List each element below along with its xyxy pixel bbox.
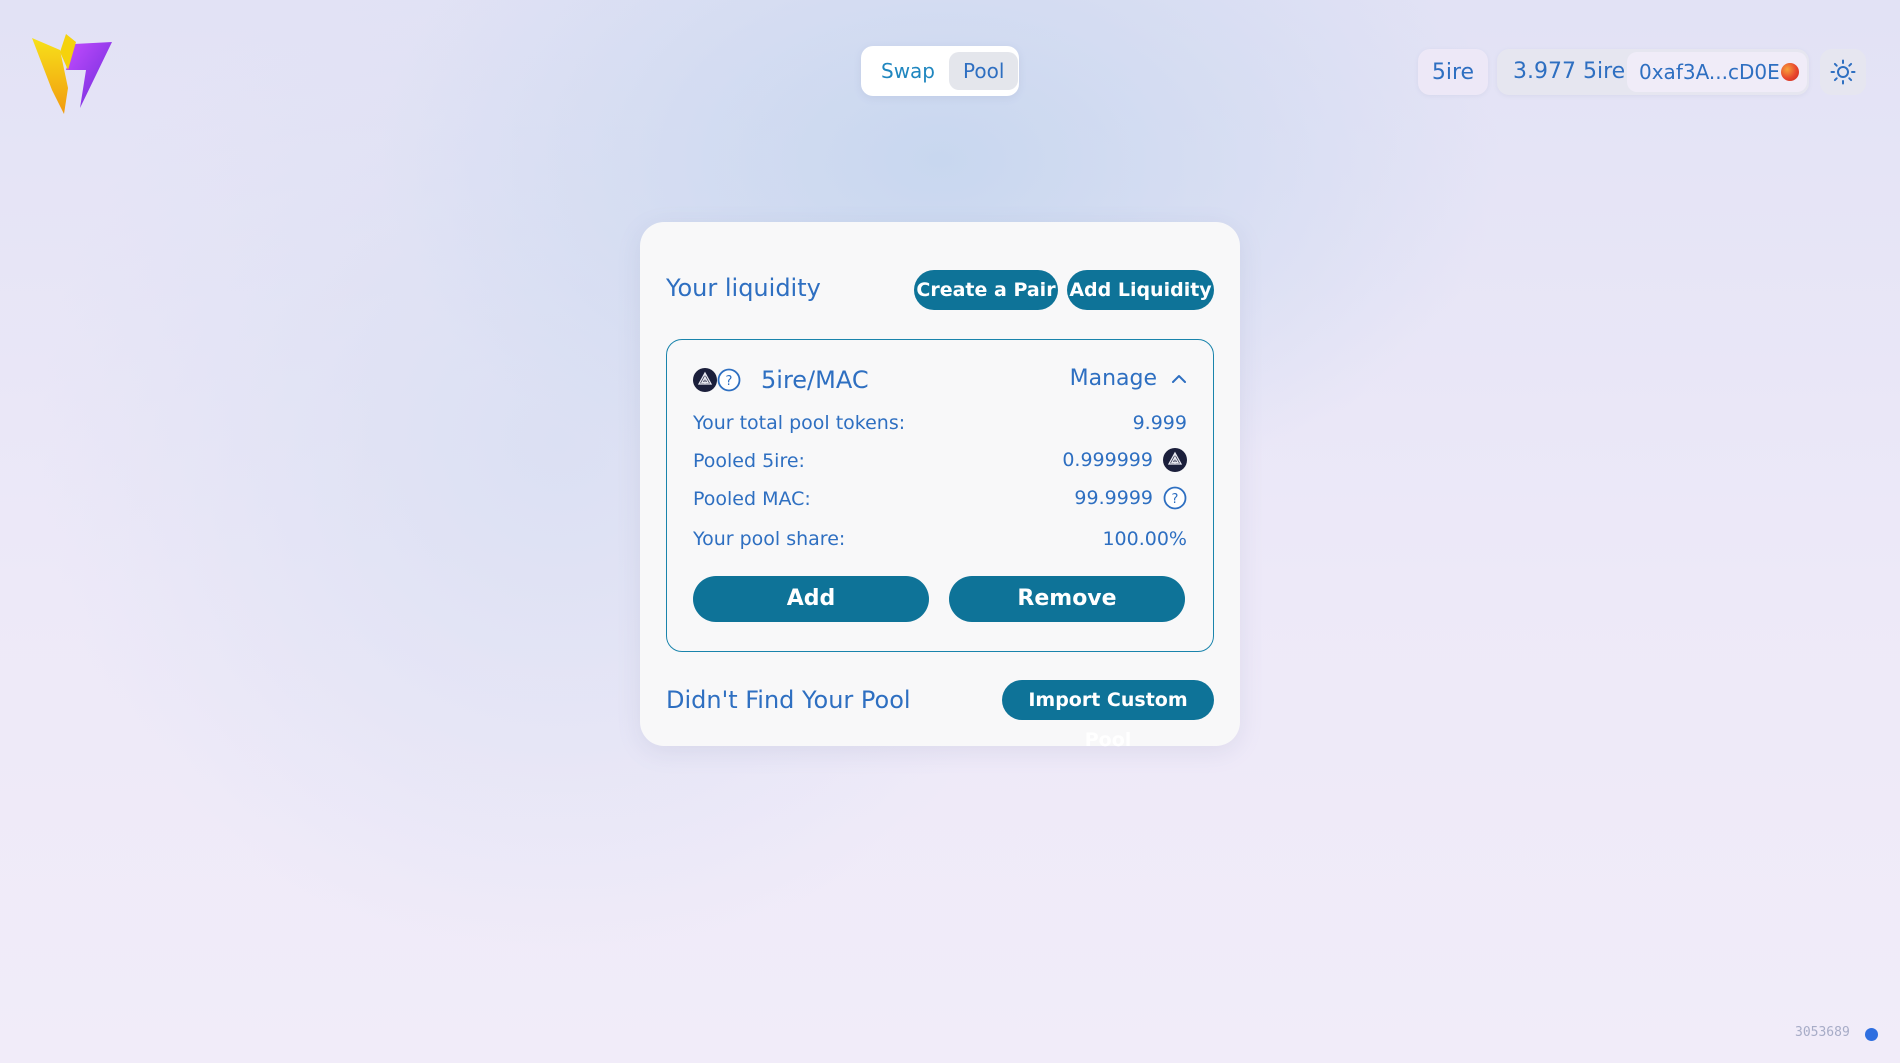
pool-position: ? 5ire/MAC Manage Your total pool tokens… [666, 339, 1214, 652]
balance-display: 3.977 5ire [1513, 59, 1626, 84]
manage-toggle[interactable]: Manage [1070, 366, 1187, 391]
unknown-token-icon: ? [717, 368, 741, 392]
block-number: 3053689 [1795, 1025, 1850, 1040]
wallet-address: 0xaf3A...cD0E [1639, 60, 1780, 84]
pair-icons: ? [693, 368, 743, 394]
5ire-token-icon [1163, 448, 1187, 472]
import-custom-pool-button[interactable]: Import Custom Pool [1002, 680, 1214, 751]
chevron-up-icon [1172, 374, 1186, 383]
pair-name: 5ire/MAC [761, 366, 869, 394]
liquidity-card: Your liquidity Create a Pair Add Liquidi… [640, 222, 1240, 751]
manage-label: Manage [1069, 366, 1157, 391]
tab-swap[interactable]: Swap [867, 52, 949, 90]
network-button[interactable]: 5ire [1418, 49, 1488, 95]
pooled-mac-amount: 99.9999 [1074, 487, 1153, 509]
wallet-address-button[interactable]: 0xaf3A...cD0E [1627, 52, 1807, 92]
app-logo[interactable] [30, 30, 114, 116]
pooled-5ire-amount: 0.999999 [1062, 449, 1153, 471]
nav-tabs: Swap Pool [861, 46, 1019, 96]
unknown-token-icon: ? [1163, 486, 1187, 510]
liquidity-title: Your liquidity [666, 274, 821, 302]
create-pair-button[interactable]: Create a Pair [914, 270, 1058, 310]
add-button[interactable]: Add [693, 576, 929, 622]
pooled-5ire-value: 0.999999 [1062, 448, 1187, 472]
pool-share-amount: 100.00% [1102, 528, 1187, 550]
lightning-logo-icon [32, 34, 112, 114]
account-group: 3.977 5ire 0xaf3A...cD0E [1497, 49, 1809, 95]
theme-toggle-button[interactable] [1820, 49, 1866, 95]
total-pool-tokens-amount: 9.999 [1132, 412, 1187, 434]
pooled-mac-value: 99.9999 ? [1074, 486, 1187, 510]
svg-text:?: ? [1172, 492, 1179, 507]
pooled-mac-label: Pooled MAC: [693, 488, 811, 510]
svg-text:?: ? [726, 374, 733, 389]
total-pool-tokens-label: Your total pool tokens: [693, 412, 906, 434]
5ire-token-icon [693, 368, 717, 392]
tab-pool[interactable]: Pool [949, 52, 1019, 90]
status-indicator [1865, 1028, 1878, 1041]
pooled-5ire-label: Pooled 5ire: [693, 450, 805, 472]
remove-button[interactable]: Remove [949, 576, 1185, 622]
sun-icon [1830, 59, 1856, 85]
pool-share-value: 100.00% [1102, 528, 1187, 550]
pool-share-label: Your pool share: [693, 528, 846, 550]
avatar [1781, 63, 1799, 81]
not-found-text: Didn't Find Your Pool [666, 686, 911, 714]
total-pool-tokens-value: 9.999 [1133, 412, 1187, 434]
add-liquidity-button[interactable]: Add Liquidity [1067, 270, 1214, 310]
